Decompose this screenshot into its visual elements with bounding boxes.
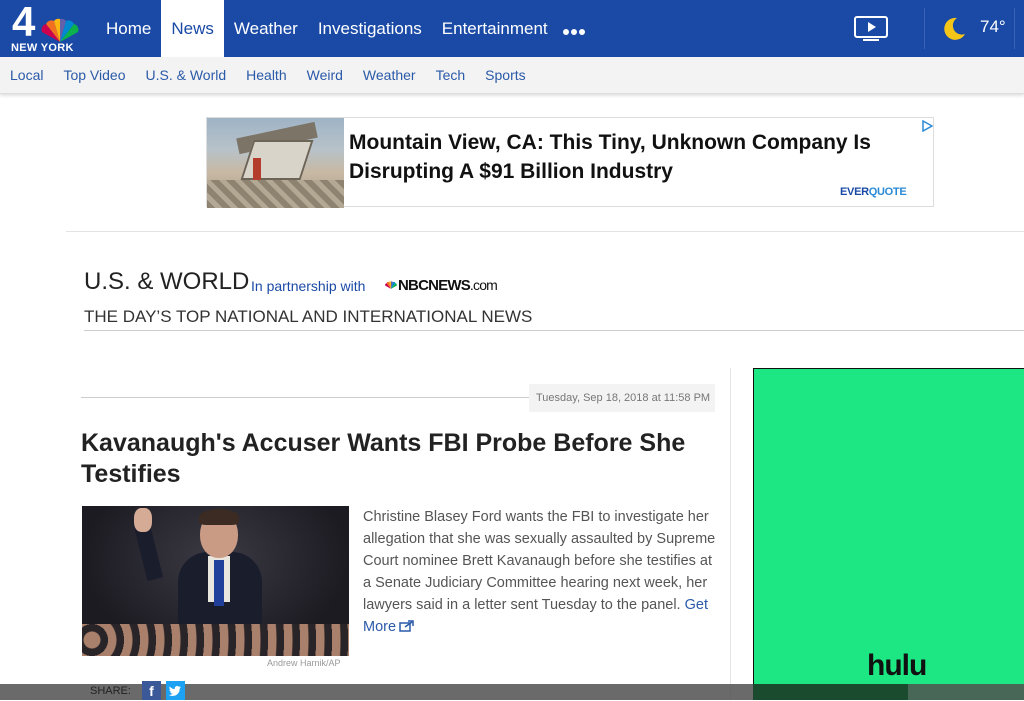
- peacock-icon: [41, 18, 79, 42]
- nav-entertainment[interactable]: Entertainment: [432, 0, 558, 57]
- article-photo[interactable]: [82, 506, 349, 656]
- twitter-share-button[interactable]: [166, 681, 185, 700]
- ad-banner[interactable]: Mountain View, CA: This Tiny, Unknown Co…: [206, 117, 934, 208]
- share-label: SHARE:: [90, 685, 131, 697]
- article-headline[interactable]: Kavanaugh's Accuser Wants FBI Probe Befo…: [81, 428, 711, 490]
- ad-headline[interactable]: Mountain View, CA: This Tiny, Unknown Co…: [349, 128, 919, 186]
- logo-city: NEW YORK: [11, 42, 74, 54]
- ad-brand-logo: EVERQUOTE: [840, 186, 907, 198]
- logo-number: 4: [12, 0, 35, 45]
- more-dots-icon[interactable]: [563, 22, 591, 36]
- ad-brand-b: QUOTE: [868, 186, 907, 198]
- partner-text: In partnership with: [251, 278, 366, 294]
- divider: [66, 231, 1024, 232]
- nav-weather[interactable]: Weather: [224, 0, 308, 57]
- top-navigation-bar: 4 NEW YORK Home News Weather Investigati…: [0, 0, 1024, 57]
- nbc-logo-b: .com: [469, 277, 498, 293]
- nbc4-new-york-logo[interactable]: 4 NEW YORK: [8, 0, 82, 54]
- facebook-share-button[interactable]: f: [142, 681, 161, 700]
- summary-text: Christine Blasey Ford wants the FBI to i…: [363, 509, 716, 613]
- ad-image: [207, 118, 344, 208]
- peacock-icon: [385, 281, 397, 289]
- divider: [84, 330, 1024, 331]
- subnav-weird[interactable]: Weird: [307, 57, 343, 94]
- section-subtitle: THE DAY’S TOP NATIONAL AND INTERNATIONAL…: [84, 307, 533, 326]
- ad-brand-a: EVER: [840, 186, 869, 198]
- tv-play-icon[interactable]: [853, 15, 889, 43]
- hulu-logo: hulu: [867, 649, 927, 682]
- section-title: U.S. & WORLD: [84, 268, 250, 295]
- nav-news[interactable]: News: [161, 0, 224, 57]
- side-ad[interactable]: hulu: [753, 368, 1024, 700]
- nav-investigations[interactable]: Investigations: [308, 0, 432, 57]
- nav-divider: [924, 8, 925, 49]
- nbc-news-logo[interactable]: NBCNEWS.com: [384, 277, 516, 295]
- subnav-health[interactable]: Health: [246, 57, 286, 94]
- moon-icon[interactable]: [941, 16, 967, 42]
- photo-credit: Andrew Harnik/AP: [267, 658, 341, 668]
- subnav-top-video[interactable]: Top Video: [63, 57, 125, 94]
- subnav-sports[interactable]: Sports: [485, 57, 525, 94]
- nbc-logo-a: NBCNEWS: [398, 277, 471, 294]
- subnav-weather[interactable]: Weather: [363, 57, 416, 94]
- main-nav: Home News Weather Investigations Enterta…: [96, 0, 558, 57]
- article-date: Tuesday, Sep 18, 2018 at 11:58 PM: [529, 384, 715, 412]
- date-rule: [81, 397, 529, 398]
- column-divider: [730, 368, 731, 700]
- nav-home[interactable]: Home: [96, 0, 161, 57]
- nav-divider: [1014, 8, 1015, 49]
- subnav-tech[interactable]: Tech: [436, 57, 466, 94]
- subnav-local[interactable]: Local: [10, 57, 43, 94]
- subnav-us-world[interactable]: U.S. & World: [145, 57, 226, 94]
- article-summary: Christine Blasey Ford wants the FBI to i…: [363, 506, 718, 638]
- sub-navigation-bar: Local Top Video U.S. & World Health Weir…: [0, 57, 1024, 94]
- temperature[interactable]: 74°: [980, 17, 1006, 37]
- external-link-icon: [399, 620, 414, 632]
- sub-nav: Local Top Video U.S. & World Health Weir…: [10, 57, 546, 94]
- ad-choices-icon[interactable]: [921, 120, 933, 132]
